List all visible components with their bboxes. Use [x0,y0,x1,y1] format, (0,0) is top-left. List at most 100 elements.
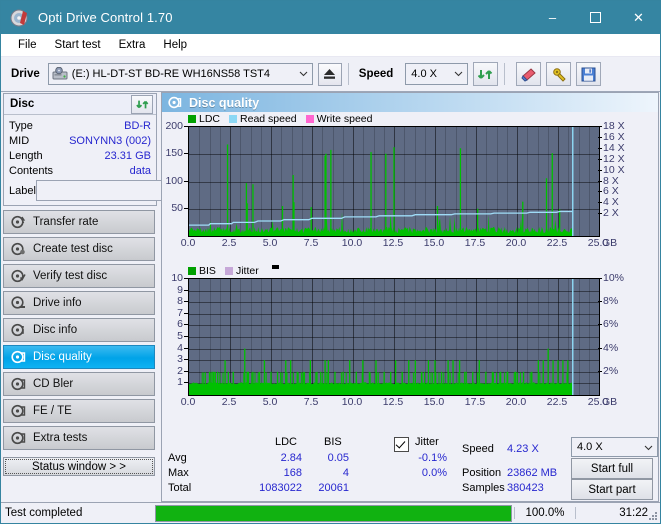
toolbar-separator [504,63,506,85]
sidebar-item-label: Transfer rate [33,216,99,228]
y-axis-tick-left: 4 [177,341,183,354]
drive-label: Drive [11,68,40,80]
disc-quality-icon [168,96,182,109]
sidebar-item-disc-quality[interactable]: Disc quality [3,345,155,369]
sidebar-item-create-test-disc[interactable]: Create test disc [3,237,155,261]
bitsetting-icon [552,67,566,82]
cd-bler-icon [11,377,26,391]
sidebar-item-drive-info[interactable]: Drive info [3,291,155,315]
drive-info-icon [11,296,26,310]
start-full-button[interactable]: Start full [571,458,653,479]
disc-length-key: Length [9,149,43,162]
sidebar-item-transfer-rate[interactable]: Transfer rate [3,210,155,234]
disc-label-row: Label [9,180,239,201]
x-axis-tick: 22.5 [546,237,568,249]
axis-tick-mark [598,136,602,138]
disc-contents-key: Contents [9,164,54,177]
disc-verify-icon [11,269,26,283]
jitter-label: Jitter [415,436,439,448]
series-layer [189,279,574,395]
axis-tick-mark [598,202,602,204]
drive-icon [52,66,68,81]
x-axis-tick: 2.5 [221,396,237,408]
x-axis-tick: 0.0 [180,237,196,249]
refresh-icon [478,69,493,79]
minimize-button[interactable]: – [531,1,574,34]
menu-help[interactable]: Help [154,37,196,53]
disc-info-box: Disc Type BD-R MID SONYNN3 (002) Length … [3,93,239,206]
sidebar-item-fe-te[interactable]: FE / TE [3,399,155,423]
axis-tick-mark [184,301,188,303]
bitsetting-button[interactable] [546,62,572,86]
extra-tests-icon [11,431,26,445]
window-controls: – ✕ [531,1,660,34]
axis-tick-mark [184,336,188,337]
test-speed-select[interactable]: 4.0 X [571,437,658,457]
y-axis-tick-right: 8% [603,295,619,308]
menu-extra[interactable]: Extra [110,37,155,53]
sidebar-item-label: Extra tests [33,432,88,444]
x-axis-tick: 20.0 [505,396,527,408]
disc-row-length: Length 23.31 GB [9,148,151,163]
toolbar-separator [347,63,349,85]
disc-refresh-button[interactable] [131,94,153,114]
legend-label: LDC [199,113,221,125]
speed-select[interactable]: 4.0 X [405,63,469,85]
bis-plot-area[interactable] [188,278,600,396]
ldc-plot-area[interactable] [188,126,600,237]
bis-chart: BIS Jitter 10 9 8 7 6 5 4 3 2 1 10% 8% 6% 4% 2% 0.0 2.5 5.… [162,265,658,420]
axis-tick-mark [598,126,602,127]
stats-total-bis: 20061 [318,482,349,494]
x-axis-tick: 17.5 [464,396,486,408]
disc-length-value: 23.31 GB [104,149,151,162]
axis-tick-mark [184,180,188,182]
menu-start-test[interactable]: Start test [46,37,110,53]
axis-tick-mark [184,382,188,384]
black-marker-icon [271,265,279,269]
sidebar-item-cd-bler[interactable]: CD Bler [3,372,155,396]
maximize-button[interactable] [574,1,617,34]
legend-label: Write speed [316,113,373,125]
sidebar-item-verify-test-disc[interactable]: Verify test disc [3,264,155,288]
refresh-icon [135,100,148,108]
start-part-button[interactable]: Start part [571,479,653,500]
stats-avg-ldc: 2.84 [280,452,302,464]
y-axis-tick-left: 7 [177,306,183,319]
drive-select[interactable]: (E:) HL-DT-ST BD-RE WH16NS58 TST4 [47,63,313,85]
stats-position-key: Position [462,467,502,479]
stats-avg-bis: 0.05 [327,452,349,464]
sidebar-item-disc-info[interactable]: Disc info [3,318,155,342]
stats-samples-key: Samples [462,482,505,494]
eject-button[interactable] [317,62,342,86]
sidebar-item-label: Disc quality [33,351,92,363]
x-axis-label: GB [602,396,618,408]
panel-title: Disc quality [189,95,260,110]
close-button[interactable]: ✕ [617,1,660,34]
jitter-checkbox[interactable] [394,437,409,452]
sidebar-item-label: FE / TE [33,405,72,417]
stats-row-key-avg: Avg [168,452,187,464]
axis-tick-mark [598,169,602,171]
disc-row-type: Type BD-R [9,118,151,133]
stats-header-bis: BIS [324,436,342,448]
save-button[interactable] [576,62,602,86]
y-axis-tick-right: 6% [603,318,619,331]
axis-tick-mark [184,359,188,361]
stats-max-jitter: 0.0% [421,467,447,479]
refresh-button[interactable] [473,62,499,86]
sidebar-item-extra-tests[interactable]: Extra tests [3,426,155,450]
x-axis-label: GB [602,237,618,249]
axis-tick-mark [184,312,188,314]
erase-button[interactable] [516,62,542,86]
legend-item-read-speed: Read speed [229,113,297,125]
window-title: Opti Drive Control 1.70 [38,10,173,25]
y-axis-tick-left: 2 [177,364,183,377]
axis-tick-mark [598,278,602,279]
stats-header-ldc: LDC [275,436,298,448]
resize-grip-icon[interactable] [648,511,658,521]
x-axis-tick: 12.5 [382,237,404,249]
status-window-button[interactable]: Status window > > [3,457,155,476]
disc-info-icon [11,323,26,337]
x-axis-tick: 15.0 [423,396,445,408]
menu-file[interactable]: File [9,37,46,53]
